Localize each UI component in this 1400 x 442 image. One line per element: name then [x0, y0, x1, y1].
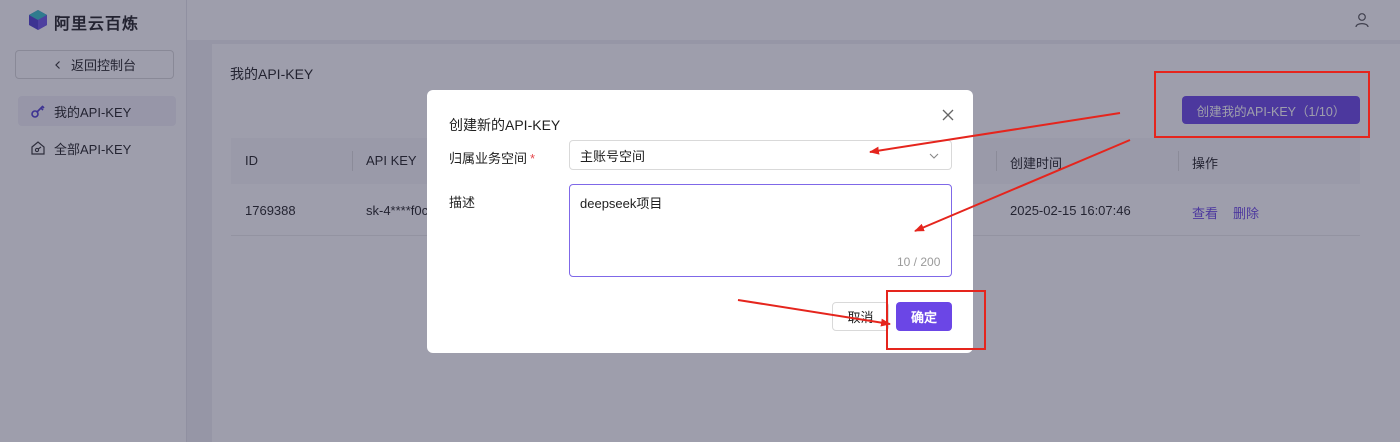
required-mark: * — [530, 151, 536, 166]
workspace-select[interactable]: 主账号空间 — [569, 140, 952, 170]
chevron-down-icon — [929, 153, 939, 159]
char-counter: 10 / 200 — [897, 255, 941, 269]
annotation-box-confirm — [886, 290, 986, 350]
annotation-box-create — [1154, 71, 1370, 138]
close-icon[interactable] — [940, 107, 956, 123]
workspace-label: 归属业务空间 * — [449, 148, 535, 167]
cancel-button[interactable]: 取消 — [832, 302, 889, 331]
description-label: 描述 — [449, 195, 476, 210]
description-textarea[interactable]: deepseek项目 — [569, 184, 952, 277]
workspace-select-value: 主账号空间 — [580, 148, 646, 164]
workspace-label-text: 归属业务空间 — [449, 151, 528, 166]
dialog-title: 创建新的API-KEY — [449, 117, 561, 133]
